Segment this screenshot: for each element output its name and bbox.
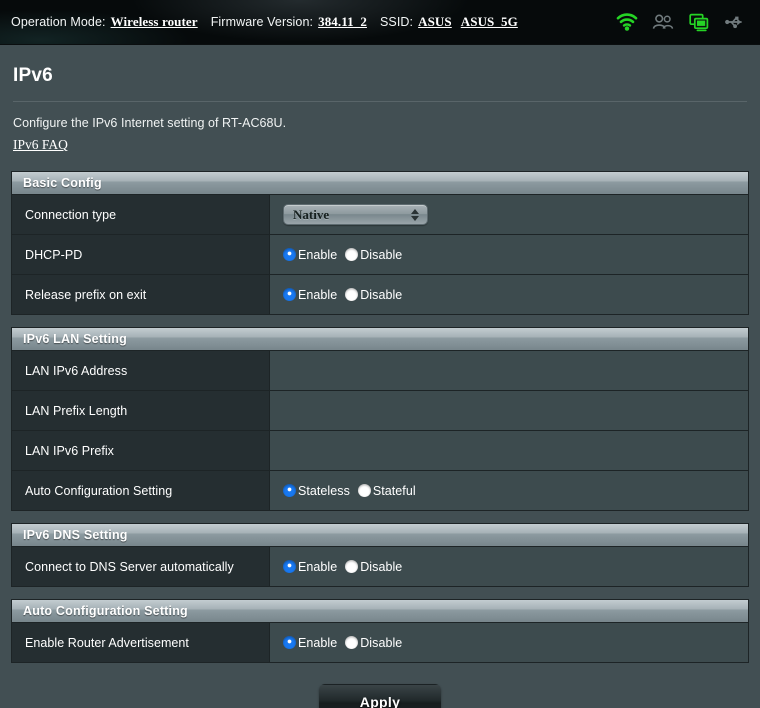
radio-label-disable: Disable: [360, 288, 402, 302]
firmware-version-label: Firmware Version:: [211, 15, 313, 29]
radio-group-release-prefix: Enable Disable: [283, 288, 410, 302]
label-enable-router-advertisement: Enable Router Advertisement: [12, 623, 270, 662]
firmware-version-value-link[interactable]: 384.11_2: [318, 14, 367, 30]
section-header-ipv6-dns: IPv6 DNS Setting: [12, 524, 748, 547]
label-dhcp-pd: DHCP-PD: [12, 235, 270, 274]
network-map-icon[interactable]: [688, 13, 710, 32]
radio-dot-icon: [345, 560, 358, 573]
row-release-prefix-on-exit: Release prefix on exit Enable Disable: [12, 275, 748, 315]
section-header-basic-config: Basic Config: [12, 172, 748, 195]
value-lan-ipv6-prefix[interactable]: [270, 431, 748, 470]
radio-router-advertisement-disable[interactable]: Disable: [345, 636, 402, 650]
section-auto-configuration-setting: Auto Configuration Setting Enable Router…: [11, 599, 749, 663]
radio-dot-icon: [358, 484, 371, 497]
row-connection-type: Connection type Native: [12, 195, 748, 235]
status-icon-group: [616, 13, 746, 32]
row-auto-configuration-setting: Auto Configuration Setting Stateless Sta…: [12, 471, 748, 511]
radio-dot-icon: [283, 288, 296, 301]
value-dhcp-pd: Enable Disable: [270, 235, 748, 274]
section-header-ipv6-lan: IPv6 LAN Setting: [12, 328, 748, 351]
radio-label-disable: Disable: [360, 560, 402, 574]
usb-icon[interactable]: [724, 14, 746, 30]
radio-dhcp-pd-disable[interactable]: Disable: [345, 248, 402, 262]
ssid-label: SSID:: [380, 15, 413, 29]
section-ipv6-lan-setting: IPv6 LAN Setting LAN IPv6 Address LAN Pr…: [11, 327, 749, 511]
ipv6-settings-page: IPv6 Configure the IPv6 Internet setting…: [0, 45, 760, 708]
radio-label-enable: Enable: [298, 248, 337, 262]
value-release-prefix-on-exit: Enable Disable: [270, 275, 748, 314]
ipv6-faq-link[interactable]: IPv6 FAQ: [13, 137, 68, 153]
radio-release-prefix-enable[interactable]: Enable: [283, 288, 337, 302]
radio-label-enable: Enable: [298, 288, 337, 302]
row-lan-ipv6-prefix: LAN IPv6 Prefix: [12, 431, 748, 471]
value-lan-prefix-length[interactable]: [270, 391, 748, 430]
radio-dot-icon: [283, 248, 296, 261]
ssid-value-24g-link[interactable]: ASUS: [418, 14, 452, 30]
section-basic-config: Basic Config Connection type Native DHCP…: [11, 171, 749, 315]
row-lan-prefix-length: LAN Prefix Length: [12, 391, 748, 431]
apply-button[interactable]: Apply: [319, 684, 441, 708]
row-dhcp-pd: DHCP-PD Enable Disable: [12, 235, 748, 275]
label-connect-dns-automatically: Connect to DNS Server automatically: [12, 547, 270, 586]
radio-dhcp-pd-enable[interactable]: Enable: [283, 248, 337, 262]
radio-dot-icon: [345, 248, 358, 261]
operation-mode-value-link[interactable]: Wireless router: [111, 14, 198, 30]
value-connection-type: Native: [270, 195, 748, 234]
row-lan-ipv6-address: LAN IPv6 Address: [12, 351, 748, 391]
value-auto-configuration-setting: Stateless Stateful: [270, 471, 748, 510]
apply-button-container: Apply: [11, 663, 749, 708]
connection-type-selected-value: Native: [284, 207, 329, 223]
radio-label-enable: Enable: [298, 560, 337, 574]
row-enable-router-advertisement: Enable Router Advertisement Enable Disab…: [12, 623, 748, 663]
radio-dot-icon: [345, 288, 358, 301]
radio-group-auto-configuration: Stateless Stateful: [283, 484, 424, 498]
radio-group-dhcp-pd: Enable Disable: [283, 248, 410, 262]
radio-label-disable: Disable: [360, 636, 402, 650]
radio-group-router-advertisement: Enable Disable: [283, 636, 410, 650]
label-lan-ipv6-prefix: LAN IPv6 Prefix: [12, 431, 270, 470]
label-lan-ipv6-address: LAN IPv6 Address: [12, 351, 270, 390]
wifi-icon[interactable]: [616, 13, 638, 31]
radio-dot-icon: [345, 636, 358, 649]
row-connect-dns-automatically: Connect to DNS Server automatically Enab…: [12, 547, 748, 587]
radio-label-stateless: Stateless: [298, 484, 350, 498]
radio-dot-icon: [283, 636, 296, 649]
operation-mode-label: Operation Mode:: [11, 15, 106, 29]
value-enable-router-advertisement: Enable Disable: [270, 623, 748, 662]
label-release-prefix-on-exit: Release prefix on exit: [12, 275, 270, 314]
radio-label-disable: Disable: [360, 248, 402, 262]
label-lan-prefix-length: LAN Prefix Length: [12, 391, 270, 430]
label-connection-type: Connection type: [12, 195, 270, 234]
chevron-updown-icon: [411, 209, 419, 221]
radio-auto-config-stateless[interactable]: Stateless: [283, 484, 350, 498]
router-status-info: Operation Mode: Wireless router Firmware…: [11, 14, 531, 30]
radio-auto-config-stateful[interactable]: Stateful: [358, 484, 416, 498]
radio-label-enable: Enable: [298, 636, 337, 650]
radio-dot-icon: [283, 484, 296, 497]
radio-connect-dns-disable[interactable]: Disable: [345, 560, 402, 574]
radio-dot-icon: [283, 560, 296, 573]
value-lan-ipv6-address[interactable]: [270, 351, 748, 390]
value-connect-dns-automatically: Enable Disable: [270, 547, 748, 586]
radio-release-prefix-disable[interactable]: Disable: [345, 288, 402, 302]
label-auto-configuration-setting: Auto Configuration Setting: [12, 471, 270, 510]
clients-icon[interactable]: [652, 13, 674, 31]
radio-group-connect-dns: Enable Disable: [283, 560, 410, 574]
top-status-bar: Operation Mode: Wireless router Firmware…: [0, 0, 760, 45]
connection-type-select[interactable]: Native: [283, 204, 428, 225]
radio-label-stateful: Stateful: [373, 484, 416, 498]
page-description: Configure the IPv6 Internet setting of R…: [11, 102, 749, 130]
section-header-auto-configuration: Auto Configuration Setting: [12, 600, 748, 623]
page-title: IPv6: [11, 45, 749, 87]
section-ipv6-dns-setting: IPv6 DNS Setting Connect to DNS Server a…: [11, 523, 749, 587]
ssid-value-5g-link[interactable]: ASUS_5G: [461, 14, 518, 30]
radio-router-advertisement-enable[interactable]: Enable: [283, 636, 337, 650]
radio-connect-dns-enable[interactable]: Enable: [283, 560, 337, 574]
